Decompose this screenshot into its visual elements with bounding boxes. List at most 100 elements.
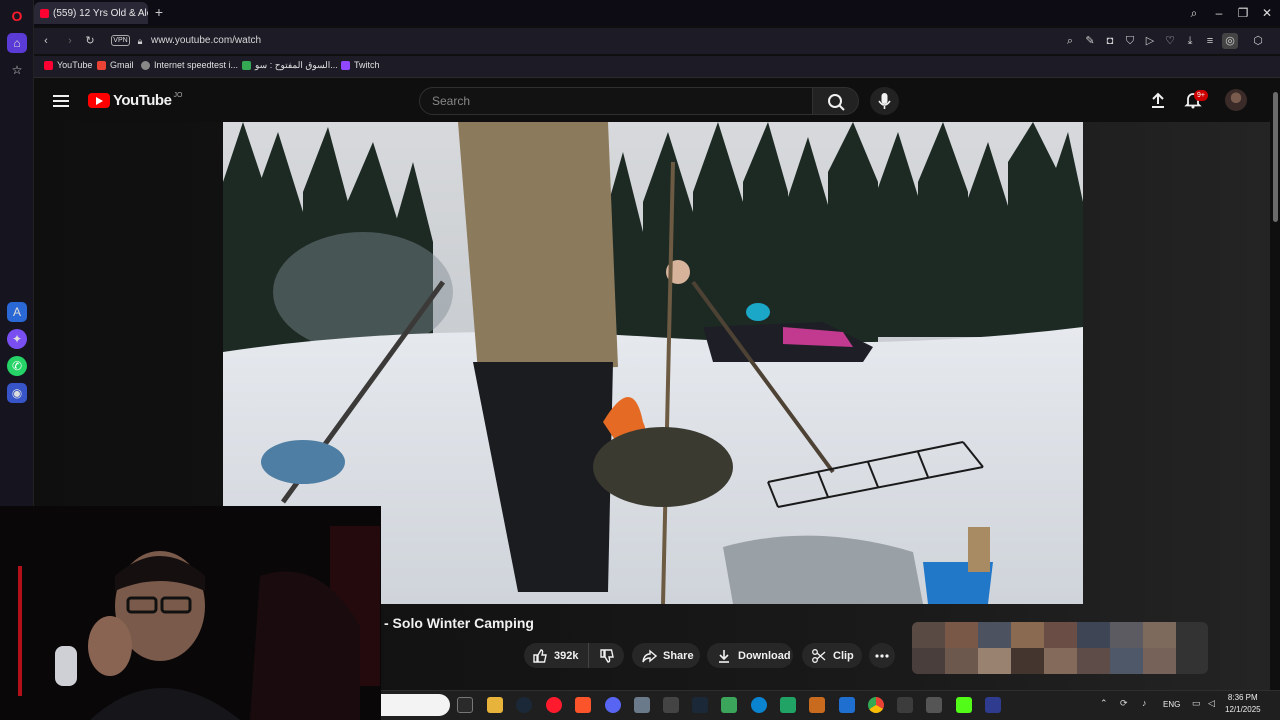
url-field[interactable]: www.youtube.com/watch xyxy=(151,34,261,48)
tray-sync-icon[interactable]: ⟳ xyxy=(1120,698,1128,709)
forward-button[interactable]: › xyxy=(62,33,78,49)
discord-taskbar-icon[interactable] xyxy=(605,697,621,713)
gmail-icon xyxy=(97,60,106,70)
file-explorer-icon[interactable] xyxy=(487,697,503,713)
excel-icon[interactable] xyxy=(780,697,796,713)
share-icon xyxy=(642,649,657,662)
vpn-badge[interactable]: VPN xyxy=(111,35,130,46)
tab-youtube[interactable]: (559) 12 Yrs Old & Alo xyxy=(34,2,148,24)
zoom-icon[interactable]: ⌕ xyxy=(1062,33,1078,49)
download-arrow-icon xyxy=(719,649,729,663)
tab-strip xyxy=(34,0,1280,26)
scrollbar-thumb[interactable] xyxy=(1273,92,1278,222)
tab-title: (559) 12 Yrs Old & Alo xyxy=(53,7,148,19)
create-upload-button[interactable] xyxy=(1149,91,1167,109)
opera-logo-icon[interactable]: O xyxy=(7,6,27,26)
home-icon[interactable]: ⌂ xyxy=(7,33,27,53)
bookmark-speedtest[interactable]: Internet speedtest i... xyxy=(141,60,238,70)
language-indicator[interactable]: ENG xyxy=(1163,700,1180,709)
opera-taskbar-icon[interactable] xyxy=(546,697,562,713)
youtube-play-icon xyxy=(88,93,110,108)
youtube-favicon-icon xyxy=(40,8,49,18)
microphone-icon xyxy=(878,93,891,109)
app-icon-5[interactable] xyxy=(926,697,942,713)
app-icon-1[interactable] xyxy=(663,697,679,713)
app-icon-4[interactable] xyxy=(897,697,913,713)
edit-icon[interactable]: ✎ xyxy=(1082,33,1098,49)
youtube-icon xyxy=(44,60,53,70)
notification-count-badge: 9+ xyxy=(1194,90,1208,101)
network-icon[interactable]: ▭ xyxy=(1192,698,1201,709)
clock-date: 12/1/2025 xyxy=(1225,705,1261,714)
whatsapp-icon[interactable]: ✆ xyxy=(7,356,27,376)
lock-icon: 🔒︎ xyxy=(137,36,143,46)
play-icon[interactable]: ▷ xyxy=(1142,33,1158,49)
messenger-icon[interactable]: ✦ xyxy=(7,329,27,349)
search-input[interactable]: Search xyxy=(419,87,813,115)
tray-mic-icon[interactable]: ♪ xyxy=(1142,698,1147,708)
task-view-icon[interactable] xyxy=(457,697,473,713)
discord-icon[interactable]: ◉ xyxy=(7,383,27,403)
thumbs-down-icon xyxy=(599,648,614,663)
youtube-logo[interactable]: YouTube JO xyxy=(88,92,182,109)
close-window-button[interactable]: ✕ xyxy=(1258,4,1276,22)
taskbar-search-box[interactable] xyxy=(381,694,450,716)
twitch-icon xyxy=(341,60,350,70)
settings-icon[interactable] xyxy=(634,697,650,713)
menu-icon[interactable]: ≡ xyxy=(1202,33,1218,49)
back-button[interactable]: ‹ xyxy=(38,33,54,49)
volume-icon[interactable]: ◁ xyxy=(1208,698,1215,709)
streamer-webcam-image xyxy=(0,506,381,720)
dislike-button[interactable] xyxy=(588,643,624,668)
edge-icon[interactable] xyxy=(751,697,767,713)
brave-icon[interactable] xyxy=(575,697,591,713)
new-tab-button[interactable]: + xyxy=(152,5,166,19)
chrome-icon[interactable] xyxy=(868,697,884,713)
aria-icon[interactable]: A xyxy=(7,302,27,322)
bookmark-gmail[interactable]: Gmail xyxy=(97,60,134,70)
speedtest-icon xyxy=(141,60,150,70)
bookmark-opensooq[interactable]: السوق المفتوح : سو... xyxy=(242,60,338,71)
notepad-icon[interactable] xyxy=(721,697,737,713)
camera-icon[interactable]: ◘ xyxy=(1102,33,1118,49)
search-tabs-icon[interactable]: ⌕ xyxy=(1185,4,1203,22)
clock-time: 8:36 PM xyxy=(1227,693,1258,702)
profile-icon[interactable]: ◎ xyxy=(1222,33,1238,49)
reload-button[interactable]: ↻ xyxy=(82,33,98,49)
kick-icon[interactable] xyxy=(956,697,972,713)
recommended-thumbnail-collage[interactable] xyxy=(912,622,1208,674)
download-button[interactable]: Download xyxy=(707,643,793,668)
webcam-overlay xyxy=(0,506,381,720)
bookmark-twitch[interactable]: Twitch xyxy=(341,60,380,70)
more-horizontal-icon xyxy=(875,653,889,658)
steam-icon-2[interactable] xyxy=(692,697,708,713)
minimize-button[interactable]: – xyxy=(1210,4,1228,22)
taskbar-clock[interactable]: 8:36 PM 12/1/2025 xyxy=(1225,692,1261,716)
voice-search-button[interactable] xyxy=(870,87,899,115)
search-button[interactable] xyxy=(812,87,859,115)
thumbs-up-icon xyxy=(533,648,547,663)
scissors-icon xyxy=(812,648,826,663)
bookmark-youtube[interactable]: YouTube xyxy=(44,60,92,70)
tray-chevron-icon[interactable]: ⌃ xyxy=(1100,698,1108,709)
share-button[interactable]: Share xyxy=(632,643,700,668)
restore-button[interactable]: ❐ xyxy=(1234,4,1252,22)
account-avatar[interactable] xyxy=(1225,89,1247,111)
heart-icon[interactable]: ♡ xyxy=(1162,33,1178,49)
hamburger-menu-icon[interactable] xyxy=(53,92,69,108)
download-icon[interactable]: ⤓ xyxy=(1182,33,1198,49)
app-icon-6[interactable] xyxy=(985,697,1001,713)
opensooq-icon xyxy=(242,61,251,70)
clip-button[interactable]: Clip xyxy=(802,643,862,668)
upload-icon xyxy=(1152,92,1164,108)
like-button[interactable]: 392k xyxy=(524,643,588,668)
app-icon-2[interactable] xyxy=(809,697,825,713)
like-count: 392k xyxy=(554,649,579,662)
steam-icon[interactable] xyxy=(516,697,532,713)
shield-icon[interactable]: ⛉ xyxy=(1122,33,1138,49)
extensions-icon[interactable]: ⬡ xyxy=(1250,33,1266,49)
more-actions-button[interactable] xyxy=(869,643,895,668)
star-icon[interactable]: ☆ xyxy=(7,60,27,80)
app-icon-3[interactable] xyxy=(839,697,855,713)
search-icon xyxy=(828,94,845,111)
